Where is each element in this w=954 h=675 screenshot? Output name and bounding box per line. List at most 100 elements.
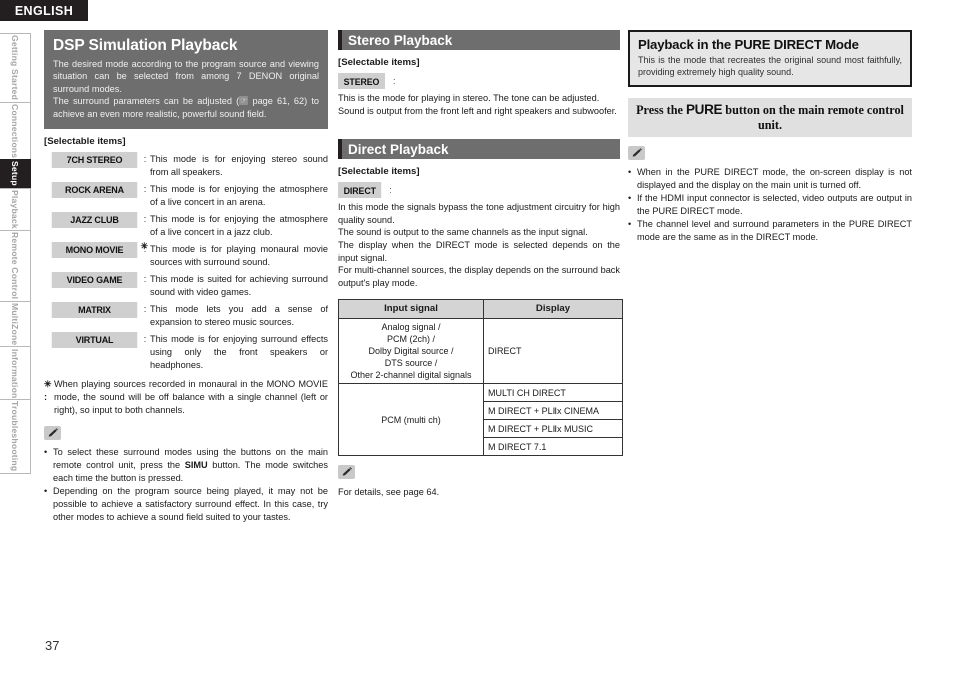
dsp-mode-row: 7CH STEREO: This mode is for enjoying ste… <box>44 152 328 179</box>
dsp-mode-colon: : <box>143 334 147 345</box>
dsp-mode-colon: : <box>143 274 147 285</box>
pure-direct-note-item: The channel level and surround parameter… <box>628 218 912 244</box>
language-banner: ENGLISH <box>0 0 88 21</box>
dsp-mode-description: This mode is suited for achieving surrou… <box>150 274 328 298</box>
direct-description-line: In this mode the signals bypass the tone… <box>338 202 620 225</box>
stereo-description-line: Sound is output from the front left and … <box>338 105 617 116</box>
dsp-mode-colon: : <box>143 304 147 315</box>
dsp-mode-badge-wrap: VIDEO GAME <box>44 272 140 289</box>
sidebar-tab-label: Connections <box>10 103 20 158</box>
selectable-items-label-direct: [Selectable items] <box>338 166 420 178</box>
dsp-mode-badge-wrap: ROCK ARENA <box>44 182 140 199</box>
sidebar-tab-label: Information <box>10 348 20 399</box>
column-pure-direct: Playback in the PURE DIRECT Mode This is… <box>628 30 912 244</box>
direct-badge: DIRECT <box>338 182 382 199</box>
dsp-mode-badge: MATRIX <box>51 302 138 319</box>
table-cell-display: M DIRECT + PLⅡx MUSIC <box>483 419 623 439</box>
sidebar-tab-connections[interactable]: Connections <box>0 101 31 160</box>
selectable-items-label-stereo: [Selectable items] <box>338 57 420 68</box>
dsp-mode-row: MONO MOVIE ✳: This mode is for playing mon… <box>44 241 328 269</box>
sidebar-tab-remote-control[interactable]: Remote Control <box>0 229 31 301</box>
table-cell-display: M DIRECT 7.1 <box>483 437 623 457</box>
press-bar-after: button on the main remote control unit. <box>722 103 904 133</box>
table-cell-display: DIRECT <box>483 318 623 385</box>
column-stereo-direct: Stereo Playback [Selectable items] STERE… <box>338 30 623 499</box>
dsp-mode-badge-wrap: MONO MOVIE ✳ <box>44 241 148 259</box>
note-pencil-icon <box>44 426 61 441</box>
table-row: PCM (multi ch) MULTI CH DIRECT <box>338 383 623 457</box>
table-body: Analog signal / PCM (2ch) / Dolby Digital … <box>338 318 623 457</box>
table-cell-input-signal: PCM (multi ch) <box>338 383 484 457</box>
pure-direct-notes-list: When in the PURE DIRECT mode, the on-scr… <box>628 166 912 244</box>
table-row: Analog signal / PCM (2ch) / Dolby Digital … <box>338 318 623 385</box>
pure-direct-block: Playback in the PURE DIRECT Mode This is… <box>628 30 912 88</box>
pure-direct-title: Playback in the PURE DIRECT Mode <box>638 37 859 52</box>
sidebar-tab-information[interactable]: Information <box>0 346 31 400</box>
column-dsp-simulation: DSP Simulation Playback The desired mode… <box>44 30 328 524</box>
dsp-simulation-intro-block: DSP Simulation Playback The desired mode… <box>44 30 328 130</box>
input-signal-display-table: Input signal Display Analog signal / PCM (… <box>338 299 623 457</box>
pure-key-label: PURE <box>685 102 723 118</box>
pure-direct-desc: This is the mode that recreates the orig… <box>638 55 902 78</box>
direct-description: In this mode the signals bypass the tone… <box>338 201 620 289</box>
pure-direct-note-item: If the HDMI input connector is selected,… <box>628 192 912 218</box>
dsp-mode-description: This mode is for enjoying surround effec… <box>150 334 328 371</box>
mono-movie-footnote: ✳ : When playing sources recorded in mon… <box>44 378 328 417</box>
sidebar-tab-label: Troubleshooting <box>10 401 20 472</box>
sidebar-tab-multizone[interactable]: MultiZone <box>0 300 31 347</box>
section-tab-rail: Getting Started Connections Setup Playback R… <box>0 33 31 474</box>
table-cell-display: M DIRECT + PLⅡx CINEMA <box>483 401 623 421</box>
note-bold-keyword: SIMU <box>184 460 208 471</box>
sidebar-tab-label: MultiZone <box>10 302 20 346</box>
stereo-playback-header: Stereo Playback <box>338 30 620 50</box>
dsp-mode-badge-wrap: JAZZ CLUB <box>44 212 140 229</box>
direct-playback-title: Direct Playback <box>348 141 449 157</box>
dsp-mode-description: This mode is for enjoying the atmosphere… <box>150 184 328 208</box>
detail-note-text: For details, see page 64. <box>338 487 440 498</box>
dsp-mode-description: This mode is for enjoying stereo sound f… <box>150 154 328 178</box>
direct-description-line: The display when the DIRECT mode is sele… <box>338 239 620 263</box>
stereo-badge-row: STEREO : <box>338 73 620 89</box>
dsp-mode-colon: : <box>143 154 147 165</box>
dsp-simulation-para-2: The surround parameters can be adjusted … <box>53 95 319 120</box>
sidebar-tab-label: Playback <box>10 189 20 229</box>
page-ref-hand-icon: ☞ <box>239 96 249 106</box>
dsp-simulation-title: DSP Simulation Playback <box>53 37 238 54</box>
sidebar-tab-playback[interactable]: Playback <box>0 187 31 230</box>
dsp-mode-row: VIDEO GAME: This mode is suited for achie… <box>44 272 328 299</box>
sidebar-tab-label: Setup <box>10 161 20 187</box>
sidebar-tab-label: Remote Control <box>10 232 20 300</box>
dsp-mode-badge: VIDEO GAME <box>51 272 138 289</box>
sidebar-tab-setup[interactable]: Setup <box>0 159 31 188</box>
sidebar-tab-label: Getting Started <box>10 35 20 101</box>
language-banner-label: ENGLISH <box>14 3 74 18</box>
dsp-mode-colon: : <box>143 184 147 195</box>
table-header-cell: Input signal <box>338 299 484 320</box>
dsp-mode-badge-wrap: 7CH STEREO <box>44 152 140 169</box>
sidebar-tab-troubleshooting[interactable]: Troubleshooting <box>0 399 31 474</box>
table-header-cell: Display <box>483 299 623 320</box>
table-header-row: Input signal Display <box>338 299 623 320</box>
dsp-mode-description: This mode lets you add a sense of expans… <box>150 304 328 328</box>
dsp-mode-description: This mode is for playing monaural movie … <box>150 244 328 268</box>
footnote-text: When playing sources recorded in monaura… <box>54 379 328 416</box>
direct-badge-row: DIRECT : <box>338 182 620 199</box>
table-cell-input-signal: Analog signal / PCM (2ch) / Dolby Digital … <box>338 318 484 385</box>
stereo-description: This is the mode for playing in stereo. … <box>338 92 620 117</box>
dsp-mode-badge: MONO MOVIE <box>51 242 138 259</box>
dsp-note-item: To select these surround modes using the… <box>44 446 328 485</box>
detail-note-pencil-icon <box>338 465 355 480</box>
footnote-marker: ✳ : <box>44 379 52 403</box>
direct-description-line: The sound is output to the same channels… <box>338 227 588 238</box>
sidebar-tab-getting-started[interactable]: Getting Started <box>0 33 31 102</box>
stereo-badge-colon: : <box>392 76 396 86</box>
dsp-para2-before: The surround parameters can be adjusted … <box>53 96 240 107</box>
press-bar-before: Press the <box>636 103 686 118</box>
dsp-note-item: Depending on the program source being pl… <box>44 485 328 524</box>
dsp-mode-badge: 7CH STEREO <box>51 152 138 169</box>
table-cell-display: MULTI CH DIRECT <box>483 383 623 403</box>
page-number: 37 <box>45 638 60 653</box>
stereo-description-line: This is the mode for playing in stereo. … <box>338 93 600 103</box>
direct-badge-colon: : <box>389 185 392 196</box>
press-pure-button-instruction: Press the PURE button on the main remote… <box>628 98 912 138</box>
